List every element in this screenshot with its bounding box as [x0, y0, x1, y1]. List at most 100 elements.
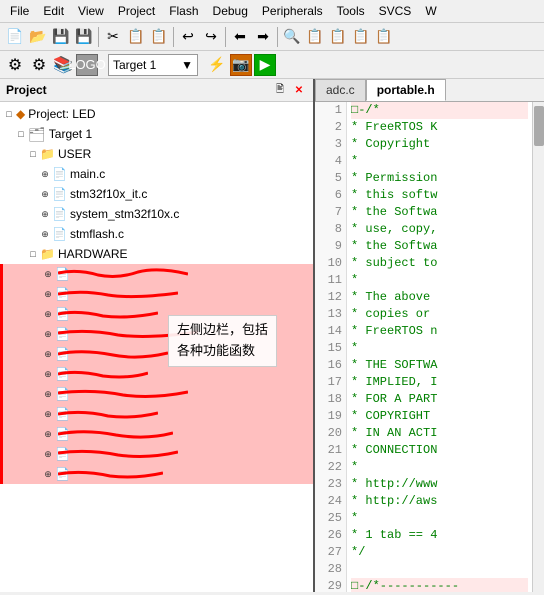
save-button[interactable]: 💾 — [50, 26, 72, 48]
tree-label: main.c — [70, 165, 105, 183]
open-button[interactable]: 📂 — [27, 26, 49, 48]
bookmark-button[interactable]: 📋 — [304, 26, 326, 48]
panel-header: Project 🖹 ✕ — [0, 79, 313, 102]
menu-svcs[interactable]: SVCS — [373, 2, 418, 20]
paste-button[interactable]: 📋 — [148, 26, 170, 48]
expand-icon: ⊕ — [41, 405, 55, 423]
menu-w[interactable]: W — [419, 2, 442, 20]
target-dropdown[interactable]: Target 1 ▼ — [108, 54, 198, 76]
file-icon: 📄 — [52, 165, 67, 183]
tree-label: system_stm32f10x.c — [70, 205, 179, 223]
menu-peripherals[interactable]: Peripherals — [256, 2, 329, 20]
menu-debug[interactable]: Debug — [207, 2, 254, 20]
search-button[interactable]: 🔍 — [281, 26, 303, 48]
hardware-files-container: ⊕ 📄 ⊕ 📄 ⊕ 📄 — [0, 264, 313, 484]
menu-flash[interactable]: Flash — [163, 2, 204, 20]
expand-icon: ⊕ — [38, 185, 52, 203]
tree-user-folder[interactable]: □ 📁 USER — [0, 144, 313, 164]
cut-button[interactable]: ✂ — [102, 26, 124, 48]
redo-button[interactable]: ↪ — [200, 26, 222, 48]
scribble-svg — [58, 466, 163, 480]
menu-edit[interactable]: Edit — [37, 2, 70, 20]
tree-file-system-stm32[interactable]: ⊕ 📄 system_stm32f10x.c — [0, 204, 313, 224]
copy-button[interactable]: 📋 — [125, 26, 147, 48]
menu-project[interactable]: Project — [112, 2, 161, 20]
tree-file-mainc[interactable]: ⊕ 📄 main.c — [0, 164, 313, 184]
panel-title: Project — [6, 83, 47, 97]
scribble-svg — [58, 426, 173, 440]
pin-button[interactable]: 📋 — [373, 26, 395, 48]
scrollbar[interactable] — [532, 102, 544, 592]
tree-target1[interactable]: □ 🗂 Target 1 — [0, 124, 313, 144]
menu-tools[interactable]: Tools — [331, 2, 371, 20]
scribble-svg — [58, 406, 158, 420]
scribble-svg — [58, 366, 148, 380]
expand-icon: □ — [2, 105, 16, 123]
tree-file-stmflash[interactable]: ⊕ 📄 stmflash.c — [0, 224, 313, 244]
tree-label: Project: LED — [28, 105, 95, 123]
tree-container[interactable]: □ ◆ Project: LED □ 🗂 Target 1 □ 📁 USER — [0, 102, 313, 592]
sep1 — [98, 27, 99, 47]
tree-file-hw6[interactable]: ⊕ 📄 — [0, 364, 313, 384]
tree-file-hw9[interactable]: ⊕ 📄 — [0, 424, 313, 444]
expand-icon: ⊕ — [41, 305, 55, 323]
next-button[interactable]: 📋 — [327, 26, 349, 48]
scribble-svg — [58, 326, 198, 340]
tab-adcc[interactable]: adc.c — [315, 79, 366, 101]
target-label: Target 1 — [113, 58, 156, 72]
camera-btn[interactable]: 📷 — [230, 54, 252, 76]
forward-button[interactable]: ➡ — [252, 26, 274, 48]
options-btn[interactable]: ⚡ — [206, 54, 228, 76]
menu-view[interactable]: View — [72, 2, 110, 20]
prev-button[interactable]: 📋 — [350, 26, 372, 48]
tree-file-hw2[interactable]: ⊕ 📄 — [0, 284, 313, 304]
tab-bar: adc.c portable.h — [315, 79, 544, 102]
expand-icon: ⊕ — [38, 225, 52, 243]
tree-file-hw7[interactable]: ⊕ 📄 — [0, 384, 313, 404]
toolbar-secondary: ⚙ ⚙ 📚 LOGO Target 1 ▼ ⚡ 📷 ▶ — [0, 51, 544, 79]
scroll-thumb[interactable] — [534, 106, 544, 146]
folder-icon: 📁 — [40, 245, 55, 263]
tree-file-hw11[interactable]: ⊕ 📄 — [0, 464, 313, 484]
scribble-svg — [58, 306, 158, 320]
sep2 — [173, 27, 174, 47]
settings-btn2[interactable]: ⚙ — [28, 54, 50, 76]
line-numbers: 1234567891011121314151617181920212223242… — [315, 102, 347, 592]
tree-hardware-folder[interactable]: □ 📁 HARDWARE — [0, 244, 313, 264]
expand-icon: □ — [14, 125, 28, 143]
pin-panel-button[interactable]: 🖹 — [272, 82, 288, 98]
menu-file[interactable]: File — [4, 2, 35, 20]
file-icon: 📄 — [52, 185, 67, 203]
package-btn[interactable]: LOGO — [76, 54, 98, 76]
expand-icon: ⊕ — [38, 165, 52, 183]
file-icon: 📄 — [52, 225, 67, 243]
dropdown-arrow-icon: ▼ — [181, 58, 193, 72]
tree-file-hw1[interactable]: ⊕ 📄 — [0, 264, 313, 284]
save-all-button[interactable]: 💾 — [73, 26, 95, 48]
new-file-button[interactable]: 📄 — [4, 26, 26, 48]
tree-file-stm32it[interactable]: ⊕ 📄 stm32f10x_it.c — [0, 184, 313, 204]
green-btn[interactable]: ▶ — [254, 54, 276, 76]
expand-icon: ⊕ — [41, 265, 55, 283]
tree-file-hw3[interactable]: ⊕ 📄 — [0, 304, 313, 324]
scribble-svg — [58, 286, 178, 300]
close-panel-button[interactable]: ✕ — [291, 82, 307, 98]
settings-btn1[interactable]: ⚙ — [4, 54, 26, 76]
back-button[interactable]: ⬅ — [229, 26, 251, 48]
scribble-svg — [58, 346, 168, 360]
tree-file-hw8[interactable]: ⊕ 📄 — [0, 404, 313, 424]
tree-file-hw5[interactable]: ⊕ 📄 — [0, 344, 313, 364]
project-panel: Project 🖹 ✕ □ ◆ Project: LED □ 🗂 Target … — [0, 79, 315, 592]
expand-icon: ⊕ — [41, 365, 55, 383]
tree-file-hw10[interactable]: ⊕ 📄 — [0, 444, 313, 464]
tree-label: USER — [58, 145, 91, 163]
tree-file-hw4[interactable]: ⊕ 📄 — [0, 324, 313, 344]
code-panel: adc.c portable.h 12345678910111213141516… — [315, 79, 544, 592]
toolbar-main: 📄 📂 💾 💾 ✂ 📋 📋 ↩ ↪ ⬅ ➡ 🔍 📋 📋 📋 📋 — [0, 23, 544, 51]
tree-project-led[interactable]: □ ◆ Project: LED — [0, 104, 313, 124]
tab-portable[interactable]: portable.h — [366, 79, 446, 101]
code-area[interactable]: 1234567891011121314151617181920212223242… — [315, 102, 544, 592]
file-icon: 📄 — [52, 205, 67, 223]
menu-bar: File Edit View Project Flash Debug Perip… — [0, 0, 544, 23]
undo-button[interactable]: ↩ — [177, 26, 199, 48]
